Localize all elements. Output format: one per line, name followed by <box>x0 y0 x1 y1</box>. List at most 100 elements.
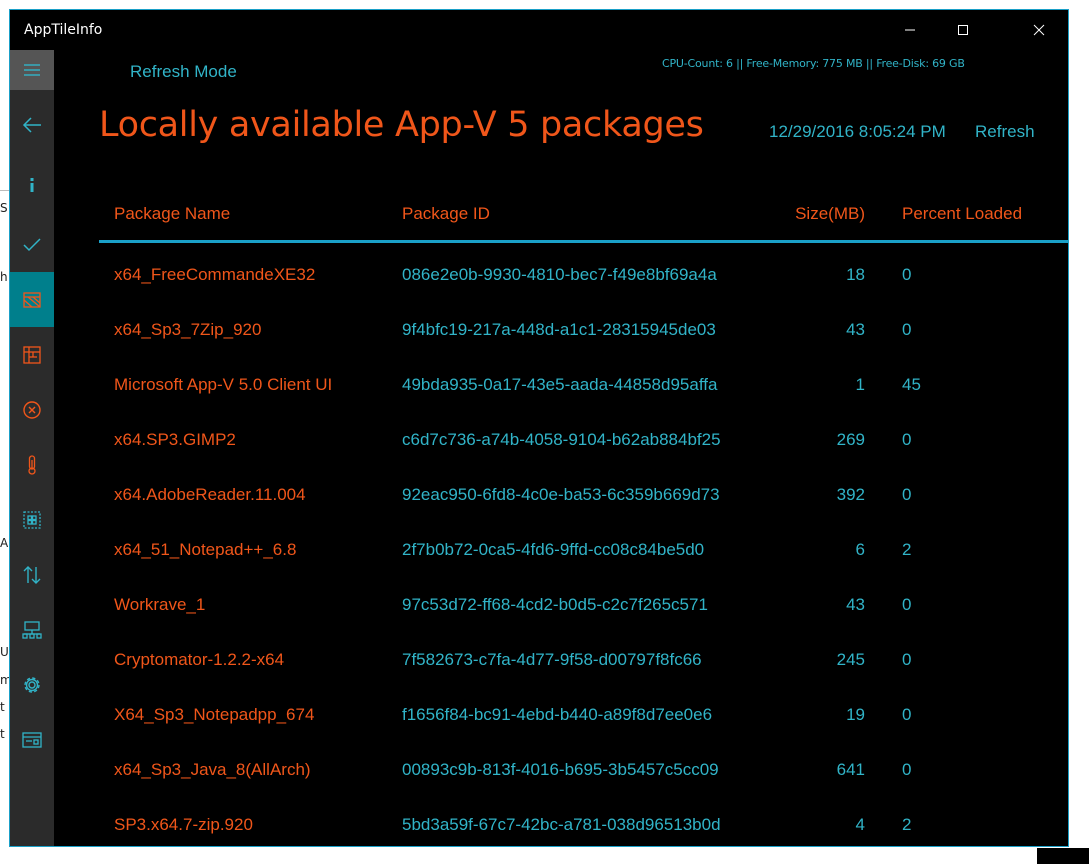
header-divider <box>99 240 1068 243</box>
package-name-cell: x64.AdobeReader.11.004 <box>114 485 306 504</box>
card-icon <box>22 732 42 748</box>
minimize-button[interactable] <box>887 10 933 50</box>
column-header-package-name[interactable]: Package Name <box>114 204 230 224</box>
size-cell: 4 <box>855 815 865 834</box>
desktop-fragment: t <box>0 700 5 714</box>
checkmark-icon <box>23 238 41 252</box>
package-id-cell: 92eac950-6fd8-4c0e-ba53-6c359b669d73 <box>402 485 720 504</box>
hamburger-menu-button[interactable] <box>10 50 54 90</box>
desktop-divider <box>0 190 9 191</box>
package-name-cell: Workrave_1 <box>114 595 206 614</box>
desktop-fragment: S <box>0 201 8 215</box>
table-row[interactable]: SP3.x64.7-zip.920 5bd3a59f-67c7-42bc-a78… <box>54 796 1068 846</box>
package-id-cell: 00893c9b-813f-4016-b695-3b5457c5cc09 <box>402 760 719 779</box>
percent-loaded-cell: 0 <box>902 760 912 779</box>
desktop-fragment: h <box>0 270 8 284</box>
percent-loaded-cell: 0 <box>902 430 912 449</box>
nav-network[interactable] <box>10 610 54 650</box>
nav-thermometer[interactable] <box>10 445 54 485</box>
close-button[interactable] <box>1016 10 1062 50</box>
package-list: x64_FreeCommandeXE32 086e2e0b-9930-4810-… <box>54 246 1068 846</box>
nav-card[interactable] <box>10 720 54 760</box>
size-cell: 43 <box>846 595 865 614</box>
percent-loaded-cell: 2 <box>902 540 912 559</box>
percent-loaded-cell: 2 <box>902 815 912 834</box>
table-row[interactable]: x64_51_Notepad++_6.8 2f7b0b72-0ca5-4fd6-… <box>54 521 1068 576</box>
column-header-percent-loaded[interactable]: Percent Loaded <box>902 204 1022 224</box>
desktop-fragment: U <box>0 645 9 659</box>
table-row[interactable]: x64.AdobeReader.11.004 92eac950-6fd8-4c0… <box>54 466 1068 521</box>
package-id-cell: 7f582673-c7fa-4d77-9f58-d00797f8fc66 <box>402 650 702 669</box>
nav-packages[interactable] <box>10 272 54 327</box>
desktop-fragment: t <box>0 727 5 741</box>
table-row[interactable]: x64_Sp3_7Zip_920 9f4bfc19-217a-448d-a1c1… <box>54 301 1068 356</box>
window-title: AppTileInfo <box>24 22 103 38</box>
package-grid-icon <box>23 346 41 364</box>
percent-loaded-cell: 0 <box>902 705 912 724</box>
package-name-cell: x64.SP3.GIMP2 <box>114 430 236 449</box>
maximize-icon <box>958 25 968 35</box>
package-name-cell: x64_51_Notepad++_6.8 <box>114 540 297 559</box>
table-row[interactable]: x64.SP3.GIMP2 c6d7c736-a74b-4058-9104-b6… <box>54 411 1068 466</box>
title-bar[interactable]: AppTileInfo <box>10 10 1068 50</box>
table-row[interactable]: Microsoft App-V 5.0 Client UI 49bda935-0… <box>54 356 1068 411</box>
info-icon <box>30 178 34 192</box>
nav-back[interactable] <box>10 105 54 145</box>
nav-info[interactable] <box>10 165 54 205</box>
nav-settings[interactable] <box>10 665 54 705</box>
size-cell: 245 <box>836 650 865 669</box>
desktop-fragment: A <box>0 536 9 550</box>
thermometer-icon <box>28 455 36 475</box>
page-title: Locally available App-V 5 packages <box>99 105 704 145</box>
refresh-mode-link[interactable]: Refresh Mode <box>130 62 237 82</box>
hamburger-icon <box>24 64 40 76</box>
package-name-cell: SP3.x64.7-zip.920 <box>114 815 253 834</box>
package-id-cell: 2f7b0b72-0ca5-4fd6-9ffd-cc08c84be5d0 <box>402 540 705 559</box>
nav-sort[interactable] <box>10 555 54 595</box>
nav-tiles[interactable] <box>10 500 54 540</box>
percent-loaded-cell: 0 <box>902 320 912 339</box>
size-cell: 392 <box>836 485 865 504</box>
package-id-cell: 5bd3a59f-67c7-42bc-a781-038d96513b0d <box>402 815 721 834</box>
column-header-package-id[interactable]: Package ID <box>402 204 490 224</box>
table-row[interactable]: Cryptomator-1.2.2-x64 7f582673-c7fa-4d77… <box>54 631 1068 686</box>
package-name-cell: x64_Sp3_Java_8(AllArch) <box>114 760 311 779</box>
back-arrow-icon <box>22 117 41 133</box>
size-cell: 1 <box>855 375 865 394</box>
package-id-cell: 97c53d72-ff68-4cd2-b0d5-c2c7f265c571 <box>402 595 708 614</box>
package-id-cell: 49bda935-0a17-43e5-aada-44858d95affa <box>402 375 718 394</box>
refresh-button[interactable]: Refresh <box>975 122 1035 142</box>
tiles-icon <box>23 511 41 529</box>
table-row[interactable]: x64_Sp3_Java_8(AllArch) 00893c9b-813f-40… <box>54 741 1068 796</box>
package-id-cell: 086e2e0b-9930-4810-bec7-f49e8bf69a4a <box>402 265 717 284</box>
minimize-icon <box>905 29 915 31</box>
size-cell: 18 <box>846 265 865 284</box>
package-name-cell: Cryptomator-1.2.2-x64 <box>114 650 285 669</box>
column-header-size[interactable]: Size(MB) <box>764 204 865 224</box>
package-name-cell: X64_Sp3_Notepadpp_674 <box>114 705 315 724</box>
table-row[interactable]: Workrave_1 97c53d72-ff68-4cd2-b0d5-c2c7f… <box>54 576 1068 631</box>
nav-package-grid[interactable] <box>10 335 54 375</box>
package-name-cell: x64_FreeCommandeXE32 <box>114 265 316 284</box>
navigation-rail <box>10 50 54 846</box>
main-content: Refresh Mode CPU-Count: 6 || Free-Memory… <box>54 50 1068 846</box>
package-id-cell: f1656f84-bc91-4ebd-b440-a89f8d7ee0e6 <box>402 705 713 724</box>
size-cell: 6 <box>855 540 865 559</box>
size-cell: 43 <box>846 320 865 339</box>
nav-cancel[interactable] <box>10 390 54 430</box>
timestamp: 12/29/2016 8:05:24 PM <box>769 122 946 141</box>
network-icon <box>22 621 42 639</box>
size-cell: 269 <box>836 430 865 449</box>
gear-icon <box>24 677 40 693</box>
percent-loaded-cell: 0 <box>902 485 912 504</box>
percent-loaded-cell: 0 <box>902 595 912 614</box>
package-id-cell: c6d7c736-a74b-4058-9104-b62ab884bf25 <box>402 430 721 449</box>
desktop-background-bottom <box>0 848 1089 864</box>
maximize-button[interactable] <box>940 10 986 50</box>
nav-check[interactable] <box>10 225 54 265</box>
table-row[interactable]: X64_Sp3_Notepadpp_674 f1656f84-bc91-4ebd… <box>54 686 1068 741</box>
cancel-circle-icon <box>23 401 41 419</box>
close-icon <box>1033 24 1045 36</box>
size-cell: 641 <box>836 760 865 779</box>
table-row[interactable]: x64_FreeCommandeXE32 086e2e0b-9930-4810-… <box>54 246 1068 301</box>
